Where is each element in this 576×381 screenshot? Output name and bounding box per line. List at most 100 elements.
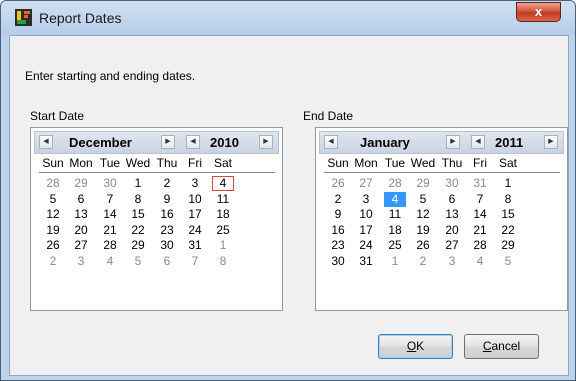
year-label[interactable]: 2010: [210, 135, 239, 150]
calendar-day[interactable]: 29: [70, 176, 92, 191]
calendar-day[interactable]: 11: [384, 207, 406, 222]
calendar-day[interactable]: 9: [327, 207, 349, 222]
calendar-day[interactable]: 1: [384, 254, 406, 269]
calendar-day[interactable]: 30: [156, 238, 178, 253]
calendar-day[interactable]: 8: [127, 192, 149, 207]
calendar-day[interactable]: 27: [441, 238, 463, 253]
calendar-day[interactable]: 11: [212, 192, 234, 207]
start-date-calendar[interactable]: ◀ December ▶ ◀ 2010 ▶ Sun Mon Tue Wed Thu Fri…: [30, 127, 283, 311]
calendar-day[interactable]: 1: [212, 238, 234, 253]
calendar-day[interactable]: 19: [412, 223, 434, 238]
calendar-day[interactable]: 15: [497, 207, 519, 222]
calendar-day[interactable]: 10: [355, 207, 377, 222]
selected-day[interactable]: 4: [384, 191, 406, 207]
calendar-day[interactable]: 30: [327, 254, 349, 269]
next-year-button[interactable]: ▶: [259, 135, 273, 149]
calendar-day[interactable]: 6: [441, 192, 463, 207]
calendar-day[interactable]: 3: [355, 192, 377, 207]
next-month-button[interactable]: ▶: [446, 135, 460, 149]
calendar-day[interactable]: 22: [127, 223, 149, 238]
calendar-day[interactable]: 26: [327, 176, 349, 191]
month-label[interactable]: January: [360, 135, 410, 150]
calendar-day[interactable]: 2: [412, 254, 434, 269]
calendar-day[interactable]: 1: [497, 176, 519, 191]
calendar-day[interactable]: 22: [497, 223, 519, 238]
cancel-button[interactable]: Cancel: [464, 334, 539, 359]
prev-year-button[interactable]: ◀: [186, 135, 200, 149]
calendar-day[interactable]: 23: [156, 223, 178, 238]
calendar-day[interactable]: 30: [99, 176, 121, 191]
calendar-day[interactable]: 17: [355, 223, 377, 238]
calendar-day[interactable]: 28: [384, 176, 406, 191]
calendar-day[interactable]: 3: [184, 176, 206, 191]
calendar-day[interactable]: 27: [355, 176, 377, 191]
calendar-day[interactable]: 3: [70, 254, 92, 269]
calendar-day[interactable]: 28: [99, 238, 121, 253]
calendar-day[interactable]: 21: [469, 223, 491, 238]
calendar-day[interactable]: 7: [184, 254, 206, 269]
calendar-day[interactable]: 5: [127, 254, 149, 269]
calendar-day[interactable]: 31: [355, 254, 377, 269]
calendar-day[interactable]: 23: [327, 238, 349, 253]
calendar-day[interactable]: 16: [156, 207, 178, 222]
calendar-day[interactable]: 31: [469, 176, 491, 191]
month-label[interactable]: December: [69, 135, 132, 150]
calendar-day[interactable]: 31: [184, 238, 206, 253]
calendar-day[interactable]: 14: [469, 207, 491, 222]
calendar-day[interactable]: 17: [184, 207, 206, 222]
calendar-day[interactable]: 2: [156, 176, 178, 191]
calendar-day[interactable]: 5: [42, 192, 64, 207]
calendar-day[interactable]: 29: [127, 238, 149, 253]
ok-button[interactable]: OK: [378, 334, 453, 359]
calendar-day[interactable]: 1: [127, 176, 149, 191]
calendar-day[interactable]: 19: [42, 223, 64, 238]
calendar-day[interactable]: 10: [184, 192, 206, 207]
calendar-day[interactable]: 5: [497, 254, 519, 269]
calendar-day[interactable]: 4: [469, 254, 491, 269]
selected-day[interactable]: 4: [212, 176, 234, 191]
calendar-day[interactable]: 14: [99, 207, 121, 222]
calendar-day[interactable]: 15: [127, 207, 149, 222]
calendar-day[interactable]: 9: [156, 192, 178, 207]
calendar-day[interactable]: 26: [412, 238, 434, 253]
calendar-day[interactable]: 7: [469, 192, 491, 207]
end-date-calendar[interactable]: ◀ January ▶ ◀ 2011 ▶ Sun Mon Tue Wed Thu Fri S…: [315, 127, 568, 311]
calendar-day[interactable]: 28: [42, 176, 64, 191]
calendar-day[interactable]: 13: [441, 207, 463, 222]
calendar-day[interactable]: 7: [99, 192, 121, 207]
calendar-day[interactable]: 5: [412, 192, 434, 207]
calendar-day[interactable]: 2: [327, 192, 349, 207]
calendar-day[interactable]: 28: [469, 238, 491, 253]
calendar-day[interactable]: 29: [412, 176, 434, 191]
next-month-button[interactable]: ▶: [161, 135, 175, 149]
prev-month-button[interactable]: ◀: [324, 135, 338, 149]
next-year-button[interactable]: ▶: [544, 135, 558, 149]
year-label[interactable]: 2011: [495, 135, 523, 150]
calendar-day[interactable]: 8: [497, 192, 519, 207]
calendar-day[interactable]: 25: [212, 223, 234, 238]
calendar-day[interactable]: 18: [212, 207, 234, 222]
calendar-day[interactable]: 6: [156, 254, 178, 269]
calendar-day[interactable]: 4: [99, 254, 121, 269]
calendar-day[interactable]: 2: [42, 254, 64, 269]
calendar-day[interactable]: 6: [70, 192, 92, 207]
calendar-day[interactable]: 25: [384, 238, 406, 253]
calendar-day[interactable]: 27: [70, 238, 92, 253]
calendar-day[interactable]: 30: [441, 176, 463, 191]
prev-year-button[interactable]: ◀: [471, 135, 485, 149]
calendar-day[interactable]: 29: [497, 238, 519, 253]
close-button[interactable]: x: [516, 2, 561, 22]
calendar-day[interactable]: 24: [184, 223, 206, 238]
calendar-day[interactable]: 20: [441, 223, 463, 238]
calendar-day[interactable]: 24: [355, 238, 377, 253]
calendar-day[interactable]: 21: [99, 223, 121, 238]
calendar-day[interactable]: 8: [212, 254, 234, 269]
calendar-day[interactable]: 26: [42, 238, 64, 253]
calendar-day[interactable]: 12: [412, 207, 434, 222]
prev-month-button[interactable]: ◀: [39, 135, 53, 149]
calendar-day[interactable]: 16: [327, 223, 349, 238]
calendar-day[interactable]: 13: [70, 207, 92, 222]
calendar-day[interactable]: 20: [70, 223, 92, 238]
calendar-day[interactable]: 18: [384, 223, 406, 238]
calendar-day[interactable]: 3: [441, 254, 463, 269]
